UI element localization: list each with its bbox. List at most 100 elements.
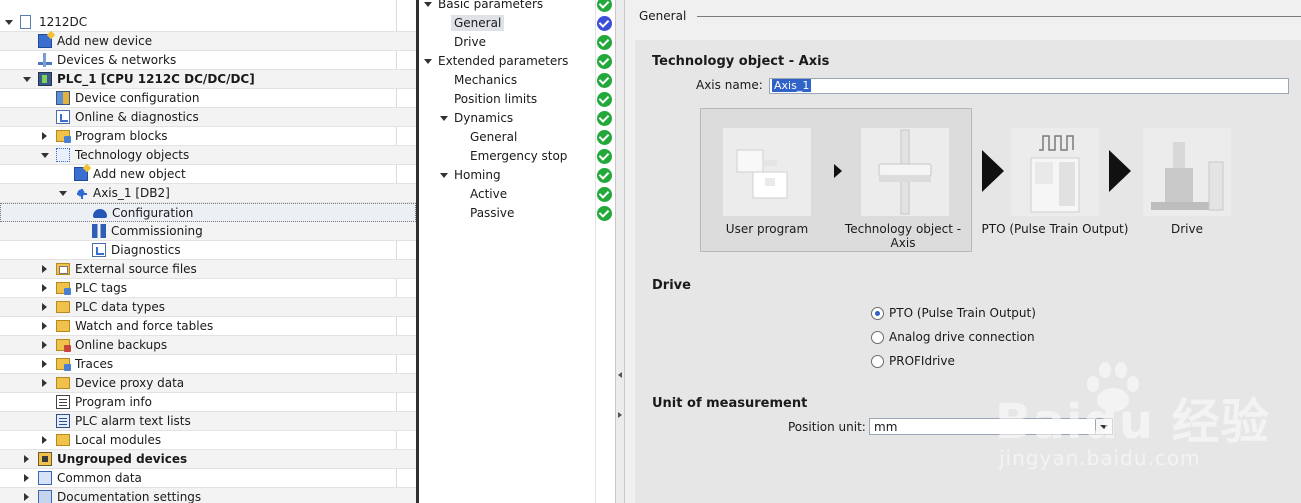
configuration-icon: [93, 209, 107, 218]
expand-right-arrow-icon[interactable]: [618, 412, 622, 418]
expand-arrow-icon[interactable]: [5, 20, 13, 25]
arrow-icon: [834, 164, 842, 178]
status-check-icon: [597, 130, 612, 145]
pto-image: [1011, 128, 1099, 216]
tree-item[interactable]: Technology objects: [0, 146, 416, 165]
tree-item-label: Documentation settings: [57, 490, 202, 503]
add-object-icon: [74, 167, 88, 181]
tree-item[interactable]: External source files: [0, 260, 416, 279]
nav-item-label: Passive: [470, 206, 515, 220]
nav-item[interactable]: Drive: [419, 33, 615, 52]
user-program-image: [723, 128, 811, 216]
expand-arrow-icon[interactable]: [41, 153, 49, 158]
nav-item[interactable]: Homing: [419, 166, 615, 185]
tree-item[interactable]: Common data: [0, 469, 416, 488]
tree-item[interactable]: PLC tags: [0, 279, 416, 298]
tree-item[interactable]: Axis_1 [DB2]: [0, 184, 416, 203]
tree-item[interactable]: PLC data types: [0, 298, 416, 317]
tree-item[interactable]: PLC alarm text lists: [0, 412, 416, 431]
tree-item[interactable]: Local modules: [0, 431, 416, 450]
tree-item[interactable]: Add new device: [0, 32, 416, 51]
position-unit-value: mm: [874, 420, 898, 434]
tree-item[interactable]: Documentation settings: [0, 488, 416, 503]
tree-item[interactable]: Configuration: [0, 203, 416, 222]
axis-icon: [74, 186, 88, 200]
tree-item-label: Device proxy data: [75, 376, 185, 390]
radio-profidrive[interactable]: [871, 355, 884, 368]
nav-item[interactable]: Emergency stop: [419, 147, 615, 166]
collapse-arrow-icon[interactable]: [42, 132, 47, 140]
tree-item[interactable]: Online & diagnostics: [0, 108, 416, 127]
expand-arrow-icon[interactable]: [23, 77, 31, 82]
collapse-arrow-icon[interactable]: [42, 360, 47, 368]
collapse-left-arrow-icon[interactable]: [618, 372, 622, 378]
tree-item-label: Device configuration: [75, 91, 200, 105]
collapse-arrow-icon[interactable]: [42, 322, 47, 330]
tree-item-label: Traces: [75, 357, 114, 371]
parameter-navigation: Basic parameters General Drive Extended par…: [419, 0, 615, 503]
expand-arrow-icon[interactable]: [424, 59, 432, 64]
folder-icon: [56, 301, 70, 313]
radio-analog[interactable]: [871, 331, 884, 344]
axis-name-label: Axis name:: [696, 78, 763, 92]
collapse-arrow-icon[interactable]: [42, 379, 47, 387]
expand-arrow-icon[interactable]: [424, 2, 432, 7]
nav-item[interactable]: Passive: [419, 204, 615, 223]
nav-item[interactable]: Basic parameters: [419, 0, 615, 14]
axis-name-input[interactable]: Axis_1: [769, 78, 1289, 94]
collapse-arrow-icon[interactable]: [42, 341, 47, 349]
document-icon: [20, 15, 31, 29]
tree-item[interactable]: Traces: [0, 355, 416, 374]
tree-item-label: Online & diagnostics: [75, 110, 199, 124]
tree-item[interactable]: Diagnostics: [0, 241, 416, 260]
collapse-arrow-icon[interactable]: [42, 436, 47, 444]
arrow-icon: [1109, 150, 1131, 192]
expand-arrow-icon[interactable]: [440, 173, 448, 178]
general-header: General: [625, 0, 1301, 40]
tree-item-label: External source files: [75, 262, 197, 276]
tech-object-label: Technology object - Axis: [844, 222, 962, 250]
online-diagnostics-icon: [56, 110, 70, 124]
nav-item[interactable]: Position limits: [419, 90, 615, 109]
tree-item[interactable]: Device configuration: [0, 89, 416, 108]
tree-item[interactable]: PLC_1 [CPU 1212C DC/DC/DC]: [0, 70, 416, 89]
radio-analog-label: Analog drive connection: [889, 330, 1035, 344]
tree-item[interactable]: Commissioning: [0, 222, 416, 241]
tree-item[interactable]: Ungrouped devices: [0, 450, 416, 469]
pto-label: PTO (Pulse Train Output): [981, 222, 1129, 236]
nav-item-label: Dynamics: [454, 111, 514, 125]
nav-item-label: Extended parameters: [438, 54, 569, 68]
content-splitter[interactable]: [615, 0, 625, 503]
nav-item-label: General: [451, 15, 505, 31]
status-check-icon: [597, 187, 612, 202]
collapse-arrow-icon[interactable]: [24, 493, 29, 501]
radio-pto-label: PTO (Pulse Train Output): [889, 306, 1036, 320]
drive-image: [1143, 128, 1231, 216]
tree-item-label: Ungrouped devices: [57, 452, 188, 466]
tree-item[interactable]: Device proxy data: [0, 374, 416, 393]
device-config-icon: [56, 91, 70, 105]
tree-item[interactable]: Program blocks: [0, 127, 416, 146]
folder-icon: [56, 434, 70, 446]
tree-item[interactable]: Watch and force tables: [0, 317, 416, 336]
nav-item[interactable]: Dynamics: [419, 109, 615, 128]
tree-item-label: Online backups: [75, 338, 168, 352]
tree-item[interactable]: 1212DC: [0, 13, 416, 32]
expand-arrow-icon[interactable]: [59, 191, 67, 196]
nav-item[interactable]: Extended parameters: [419, 52, 615, 71]
collapse-arrow-icon[interactable]: [42, 303, 47, 311]
nav-item[interactable]: Mechanics: [419, 71, 615, 90]
collapse-arrow-icon[interactable]: [24, 474, 29, 482]
nav-item[interactable]: General: [419, 128, 615, 147]
expand-arrow-icon[interactable]: [440, 116, 448, 121]
tree-item[interactable]: Program info: [0, 393, 416, 412]
tree-item[interactable]: Devices & networks: [0, 51, 416, 70]
tree-item[interactable]: Online backups: [0, 336, 416, 355]
collapse-arrow-icon[interactable]: [42, 265, 47, 273]
collapse-arrow-icon[interactable]: [24, 455, 29, 463]
tree-item[interactable]: Add new object: [0, 165, 416, 184]
radio-pto[interactable]: [871, 307, 884, 320]
nav-item[interactable]: Active: [419, 185, 615, 204]
nav-item[interactable]: General: [419, 14, 615, 33]
collapse-arrow-icon[interactable]: [42, 284, 47, 292]
